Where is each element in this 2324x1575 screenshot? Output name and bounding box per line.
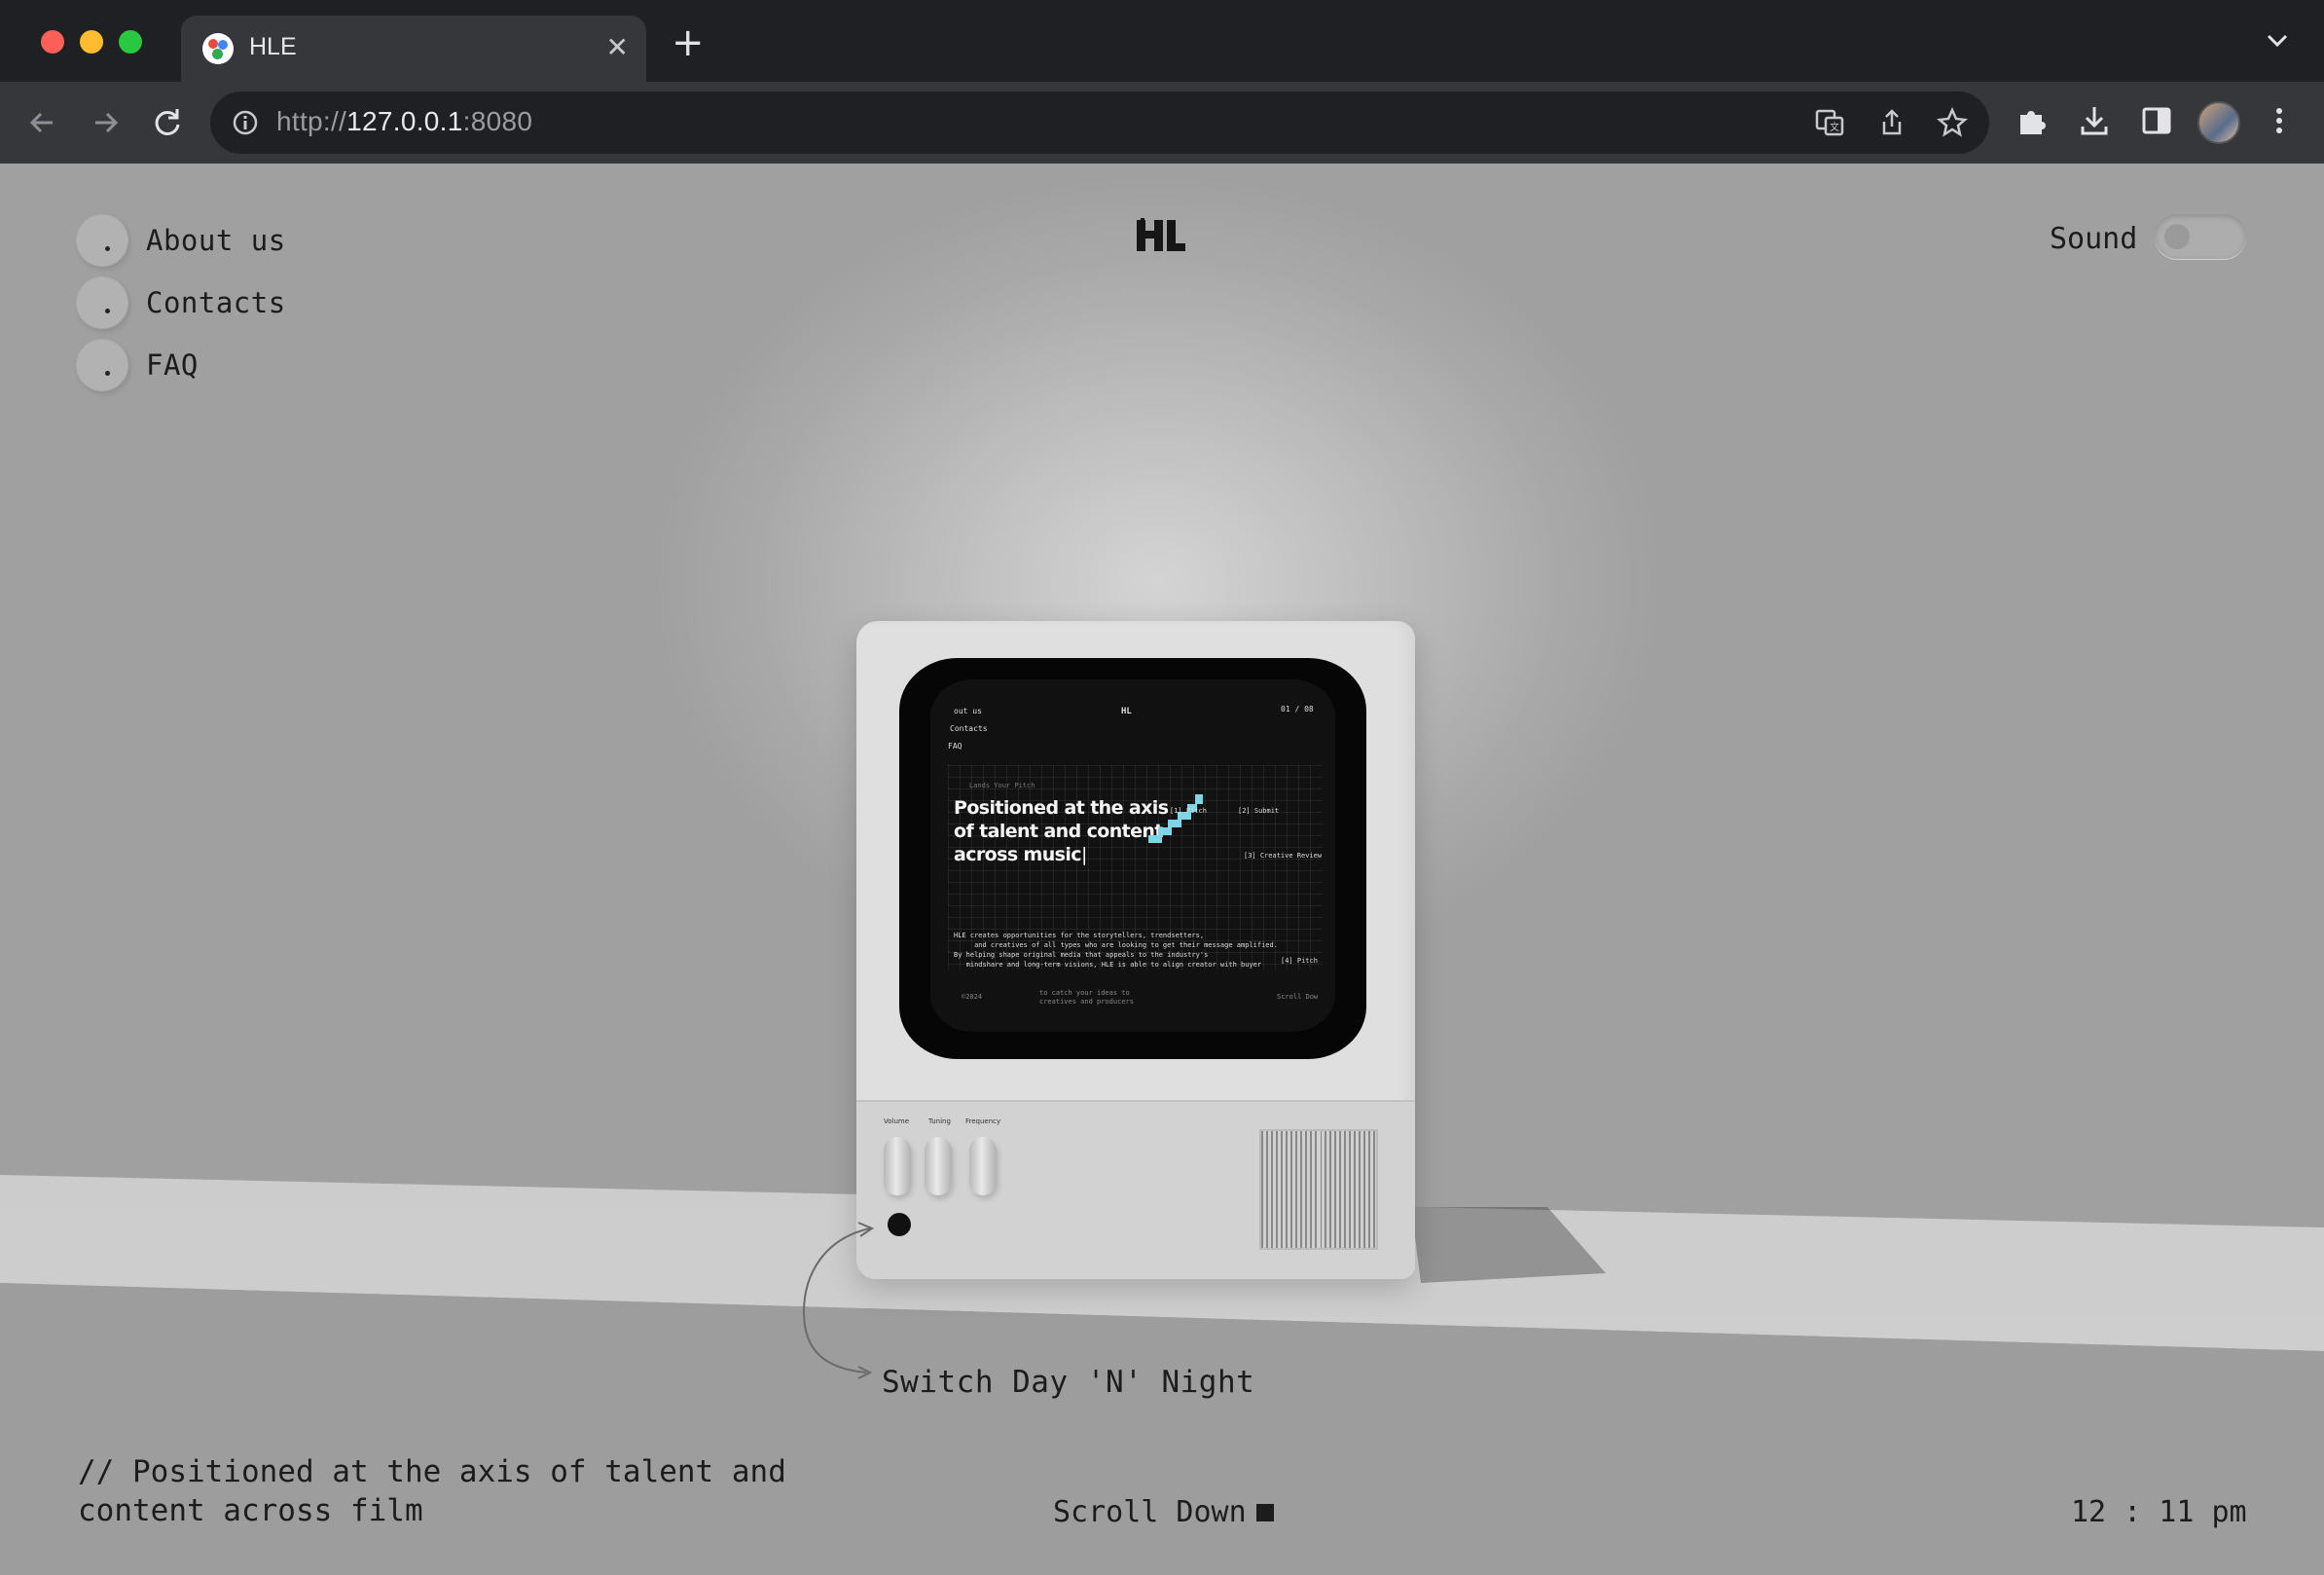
hle-logo-icon[interactable] [1135,218,1187,253]
tuning-knob[interactable] [925,1137,952,1195]
share-icon[interactable] [1876,107,1907,138]
screen-footer: Scroll Dow [1277,993,1319,1001]
tv-screen[interactable]: out us Contacts FAQ HL 01 / 08 Lands You… [930,679,1335,1032]
knob-label: Tuning [928,1117,951,1125]
extensions-puzzle-icon[interactable] [2015,103,2050,138]
nav-label: FAQ [146,348,199,382]
screen-step: [2] Submit [1238,807,1280,815]
tv-bezel: out us Contacts FAQ HL 01 / 08 Lands You… [899,658,1366,1059]
bookmark-star-icon[interactable] [1937,107,1968,138]
screen-footer: to catch your ideas to creatives and pro… [1039,989,1134,1006]
minimize-window-button[interactable] [80,30,103,54]
screen-menu-item: FAQ [948,742,962,751]
screen-headline: Positioned at the axis of talent and con… [954,797,1169,865]
screen-step: [3] Creative Review [1244,852,1323,860]
frequency-knob[interactable] [969,1137,997,1195]
curved-arrow-icon [802,1222,875,1379]
side-panel-icon[interactable] [2139,103,2174,138]
download-icon[interactable] [2077,103,2112,138]
profile-avatar[interactable] [2197,101,2240,144]
svg-text:文: 文 [1830,121,1839,133]
forward-icon[interactable] [86,103,125,142]
nav-label: About us [146,224,286,257]
reload-icon[interactable] [148,103,187,142]
screen-step: [1] Pitch [1170,807,1207,815]
screen-paragraph: HLE creates opportunities for the storyt… [954,932,1278,969]
screen-counter: 01 / 08 [1281,705,1314,714]
scroll-down-indicator[interactable]: Scroll Down [1053,1495,1274,1529]
knob-label: Volume [884,1117,910,1125]
favicon-icon [202,33,234,64]
nav-dot-icon [76,339,128,391]
nav-about-us[interactable]: About us [76,214,286,267]
translate-icon[interactable]: 文 [1814,107,1845,138]
sound-toggle[interactable] [2155,214,2246,259]
nav-dot-icon [76,276,128,329]
sound-label: Sound [2050,222,2138,256]
browser-titlebar: HLE ✕ + [0,0,2324,82]
screen-kicker: Lands Your Pitch [969,782,1035,789]
screen-step: [4] Pitch [1281,957,1318,965]
switch-day-night-label[interactable]: Switch Day 'N' Night [882,1365,1254,1400]
tagline: // Positioned at the axis of talent and … [78,1454,786,1528]
scroll-down-label: Scroll Down [1053,1495,1247,1529]
browser-tab-active[interactable]: HLE ✕ [181,16,646,82]
nav-label: Contacts [146,286,286,319]
screen-menu-item: Contacts [950,724,988,733]
site-info-icon[interactable] [232,109,259,136]
zoom-window-button[interactable] [119,30,142,54]
tab-search-chevron-icon[interactable] [2266,33,2289,49]
tab-title: HLE [249,33,297,60]
back-icon[interactable] [23,103,62,142]
address-bar[interactable]: http://127.0.0.1:8080 文 [210,92,1989,154]
url-text[interactable]: http://127.0.0.1:8080 [276,106,532,137]
clock: 12 : 11 pm [2071,1495,2247,1529]
tab-close-icon[interactable]: ✕ [606,29,629,66]
screen-menu-item: out us [954,707,982,715]
page-viewport: About us Contacts FAQ Sound out us Conta… [0,164,2324,1575]
browser-menu-icon[interactable] [2268,103,2291,138]
nav-dot-icon [76,214,128,267]
close-window-button[interactable] [41,30,64,54]
toggle-knob [2164,224,2190,249]
new-tab-icon[interactable]: + [672,23,705,62]
nav-faq[interactable]: FAQ [76,339,199,391]
speaker-grille [1259,1129,1378,1250]
browser-toolbar: http://127.0.0.1:8080 文 [0,82,2324,164]
retro-tv[interactable]: out us Contacts FAQ HL 01 / 08 Lands You… [856,621,1415,1279]
screen-logo: HL [1121,707,1132,716]
volume-knob[interactable] [884,1137,911,1195]
screen-footer: ©2024 [962,993,983,1001]
day-night-power-button[interactable] [888,1213,911,1236]
knob-label: Frequency [965,1117,1001,1125]
square-icon [1255,1503,1274,1521]
nav-contacts[interactable]: Contacts [76,276,286,329]
